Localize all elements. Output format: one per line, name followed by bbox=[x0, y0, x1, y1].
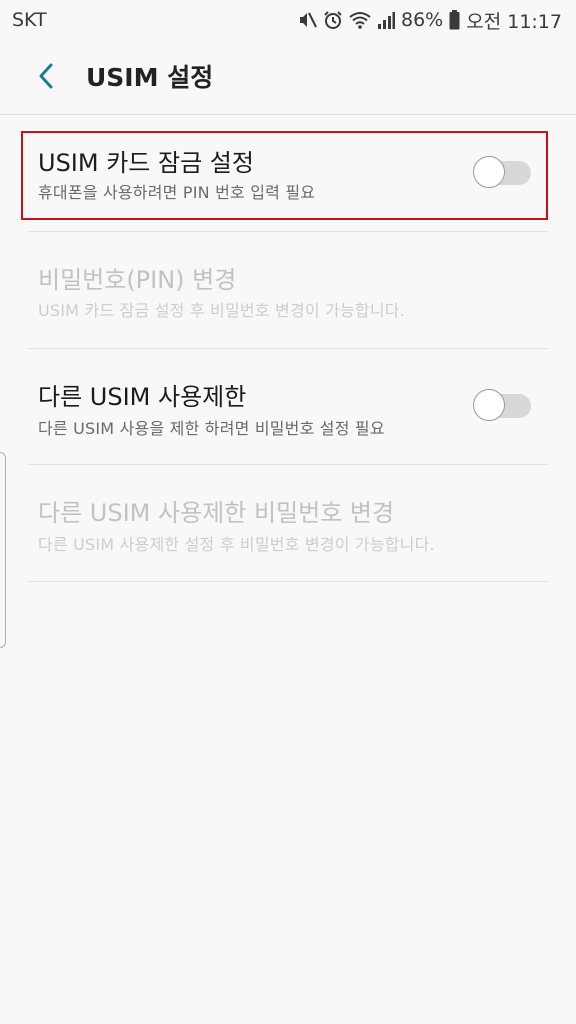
restrict-other-usim-toggle[interactable] bbox=[473, 389, 533, 423]
back-arrow-icon bbox=[39, 63, 53, 89]
setting-title: 다른 USIM 사용제한 비밀번호 변경 bbox=[38, 499, 395, 527]
setting-title: 다른 USIM 사용제한 bbox=[38, 383, 247, 411]
page-title: USIM 설정 bbox=[86, 63, 214, 92]
app-bar-divider bbox=[0, 114, 576, 115]
status-icons: 86% 오전 11:17 bbox=[297, 7, 562, 34]
edge-panel-handle[interactable] bbox=[0, 452, 6, 648]
setting-description: 다른 USIM 사용제한 설정 후 비밀번호 변경이 가능합니다. bbox=[38, 535, 435, 554]
setting-change-pin: 비밀번호(PIN) 변경 USIM 카드 잠금 설정 후 비밀번호 변경이 가능… bbox=[0, 232, 576, 348]
wifi-icon bbox=[349, 11, 371, 29]
back-button[interactable] bbox=[24, 54, 68, 98]
setting-change-restriction-password: 다른 USIM 사용제한 비밀번호 변경 다른 USIM 사용제한 설정 후 비… bbox=[0, 465, 576, 581]
mute-icon bbox=[297, 10, 317, 30]
setting-description: USIM 카드 잠금 설정 후 비밀번호 변경이 가능합니다. bbox=[38, 301, 405, 320]
clock: 오전 11:17 bbox=[466, 10, 562, 33]
setting-restrict-other-usim[interactable]: 다른 USIM 사용제한 다른 USIM 사용을 제한 하려면 비밀번호 설정 … bbox=[0, 349, 576, 465]
setting-description: 다른 USIM 사용을 제한 하려면 비밀번호 설정 필요 bbox=[38, 419, 385, 438]
alarm-icon bbox=[323, 10, 343, 30]
battery-percentage: 86% bbox=[401, 9, 444, 31]
battery-icon bbox=[449, 10, 460, 30]
app-bar: USIM 설정 bbox=[0, 40, 576, 112]
setting-title: 비밀번호(PIN) 변경 bbox=[38, 266, 237, 294]
status-bar: SKT 86% 오전 11:17 bbox=[0, 0, 576, 40]
signal-icon bbox=[377, 11, 395, 29]
row-divider bbox=[28, 581, 548, 582]
toggle-thumb bbox=[473, 389, 505, 421]
highlight-box bbox=[21, 131, 548, 220]
carrier-label: SKT bbox=[12, 9, 47, 31]
